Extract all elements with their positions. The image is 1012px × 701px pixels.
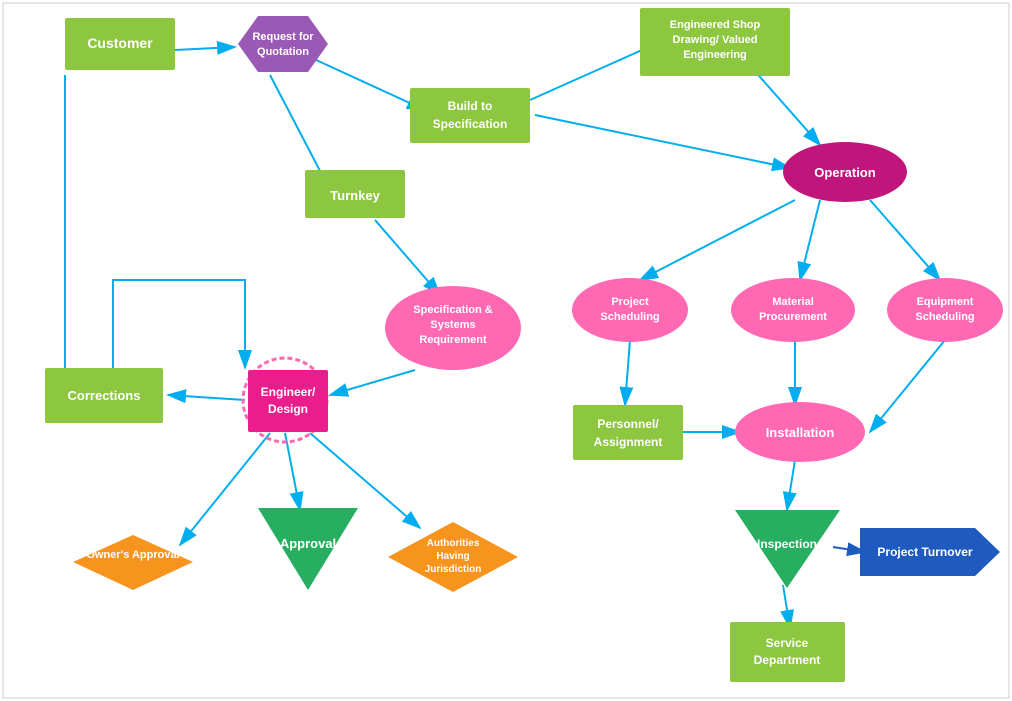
- service-department-label: Service: [766, 636, 809, 650]
- material-procurement-label: Material: [772, 296, 814, 308]
- equipment-scheduling-label: Equipment: [917, 296, 974, 308]
- material-procurement-node: [731, 278, 855, 342]
- project-scheduling-node: [572, 278, 688, 342]
- operation-label: Operation: [814, 165, 875, 180]
- spec-sys-label3: Requirement: [419, 334, 487, 346]
- spec-sys-label: Specification &: [413, 304, 493, 316]
- service-department-node: [730, 622, 845, 682]
- personnel-assignment-label: Personnel/: [597, 417, 659, 431]
- eng-shop-label: Engineered Shop: [670, 19, 761, 31]
- corrections-label: Corrections: [68, 388, 141, 403]
- eng-shop-label3: Engineering: [683, 49, 747, 61]
- inspection-label: Inspection: [757, 537, 817, 551]
- personnel-assignment-node: [573, 405, 683, 460]
- rfq-label: Request for: [252, 31, 314, 43]
- owners-approval-label: Owner's Approval: [86, 549, 179, 561]
- engineer-design-label2: Design: [268, 402, 308, 416]
- owners-approval-node: [73, 535, 193, 590]
- project-scheduling-label2: Scheduling: [600, 311, 659, 323]
- authorities-label: Authorities: [427, 538, 480, 549]
- flowchart: Customer Request for Quotation Build to …: [0, 0, 1012, 701]
- spec-sys-label2: Systems: [430, 319, 475, 331]
- personnel-assignment-label2: Assignment: [594, 435, 663, 449]
- build-to-spec-node: [410, 88, 530, 143]
- project-turnover-label: Project Turnover: [877, 545, 972, 559]
- rfq-node: [238, 16, 328, 72]
- rfq-label2: Quotation: [257, 46, 309, 58]
- authorities-label2: Having: [436, 551, 469, 562]
- build-to-spec-label2: Specification: [433, 117, 508, 131]
- turnkey-label: Turnkey: [330, 188, 380, 203]
- engineer-design-node: [248, 370, 328, 432]
- eng-shop-label2: Drawing/ Valued: [673, 34, 758, 46]
- approval-label: Approval: [280, 536, 336, 551]
- material-procurement-label2: Procurement: [759, 311, 827, 323]
- customer-label: Customer: [87, 35, 153, 51]
- equipment-scheduling-node: [887, 278, 1003, 342]
- installation-label: Installation: [766, 425, 835, 440]
- authorities-label3: Jurisdiction: [425, 564, 482, 575]
- project-scheduling-label: Project: [611, 296, 649, 308]
- build-to-spec-label: Build to: [448, 99, 493, 113]
- service-department-label2: Department: [754, 653, 821, 667]
- equipment-scheduling-label2: Scheduling: [915, 311, 974, 323]
- engineer-design-label: Engineer/: [261, 385, 316, 399]
